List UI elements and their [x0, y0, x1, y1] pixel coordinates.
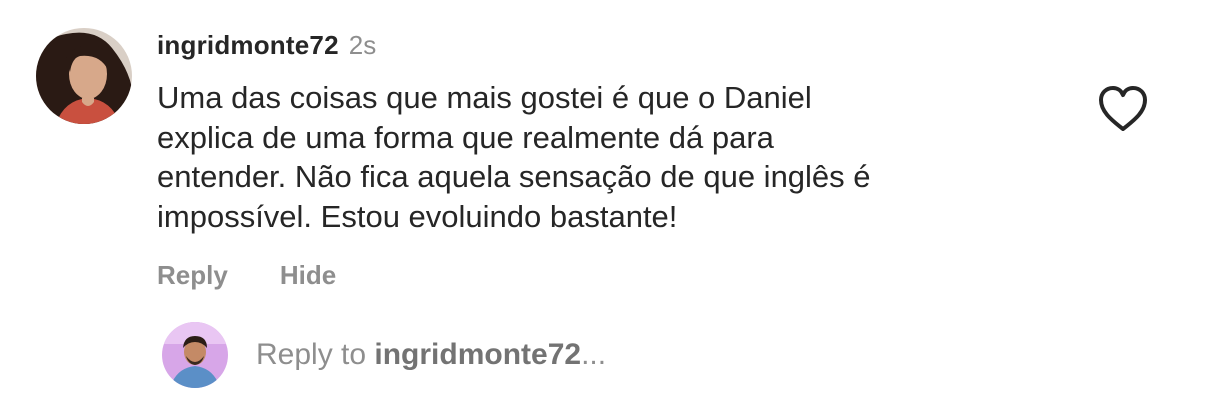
- comment-line: entender. Não fica aquela sensação de qu…: [157, 159, 871, 194]
- commenter-username[interactable]: ingridmonte72: [157, 30, 339, 61]
- reply-composer: Reply to ingridmonte72...: [162, 322, 606, 388]
- comment-line: explica de uma forma que realmente dá pa…: [157, 119, 774, 155]
- comment-timestamp: 2s: [348, 30, 377, 60]
- hide-button[interactable]: Hide: [280, 260, 336, 291]
- comment-header: ingridmonte72 2s: [157, 30, 376, 66]
- reply-prefix: Reply to: [256, 338, 375, 371]
- comment-thread: ingridmonte72 2s Uma das coisas que mais…: [0, 0, 1206, 410]
- reply-input[interactable]: Reply to ingridmonte72...: [256, 338, 606, 372]
- comment-line: impossível. Estou evoluindo bastante!: [157, 198, 678, 234]
- reply-suffix: ...: [581, 338, 607, 371]
- reply-button[interactable]: Reply: [157, 260, 228, 291]
- current-user-avatar: [162, 322, 228, 388]
- reply-target-username: ingridmonte72: [374, 338, 582, 371]
- heart-outline-icon: [1099, 86, 1147, 131]
- like-button[interactable]: [1096, 84, 1150, 134]
- comment-text: Uma das coisas que mais gostei é que o D…: [157, 78, 1057, 236]
- commenter-avatar[interactable]: [36, 28, 132, 124]
- comment-line: Uma das coisas que mais gostei é que o D…: [157, 80, 812, 115]
- comment-actions: Reply Hide: [157, 260, 388, 291]
